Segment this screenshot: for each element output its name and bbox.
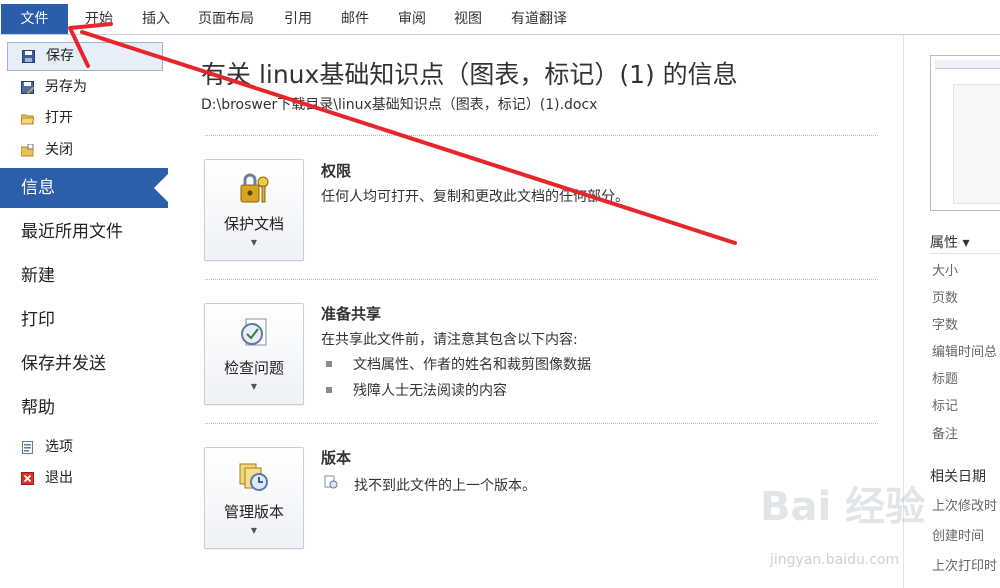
open-label: 打开 (45, 110, 73, 126)
options-command[interactable]: 选项 (7, 434, 161, 461)
baidu-watermark-url: jingyan.baidu.com (770, 552, 900, 568)
tab-page-layout[interactable]: 页面布局 (198, 4, 254, 34)
nav-print-label: 打印 (21, 310, 55, 330)
nav-help-label: 帮助 (21, 398, 55, 418)
nav-save-send-label: 保存并发送 (21, 354, 106, 374)
prop-size: 大小 (932, 264, 959, 279)
versions-text: 找不到此文件的上一个版本。 (354, 478, 536, 494)
list-item: 残障人士无法阅读的内容 (326, 380, 507, 400)
nav-recent-files[interactable]: 最近所用文件 (0, 212, 168, 252)
tab-mailings[interactable]: 邮件 (341, 4, 369, 34)
close-folder-icon (21, 144, 34, 157)
versions-heading: 版本 (321, 449, 352, 467)
save-label: 保存 (46, 48, 74, 64)
tab-references[interactable]: 引用 (284, 4, 312, 34)
inspect-document-icon (241, 318, 267, 346)
baidu-watermark-logo: Bai 经验 (760, 484, 926, 530)
bullet-doc-properties: 文档属性、作者的姓名和裁剪图像数据 (353, 357, 591, 373)
options-icon (22, 441, 33, 454)
nav-new-label: 新建 (21, 266, 55, 286)
tab-insert[interactable]: 插入 (142, 4, 170, 34)
manage-versions-label: 管理版本 (223, 503, 284, 521)
chevron-down-icon: ▼ (250, 526, 258, 535)
open-folder-icon (21, 114, 34, 125)
prop-comments: 备注 (932, 427, 959, 442)
nav-info[interactable]: 信息 (0, 168, 168, 208)
divider (930, 253, 1000, 254)
tab-youdao-translate[interactable]: 有道翻译 (511, 4, 567, 34)
file-path: D:\broswer下载目录\linux基础知识点（图表，标记）(1).docx (201, 97, 598, 113)
exit-label: 退出 (45, 470, 73, 486)
backstage-nav: 保存 另存为 打开 关闭 信息 最近所用文件 新建 打印 保存并发送 帮助 选项… (0, 35, 169, 588)
date-last-modified: 上次修改时 (932, 499, 998, 514)
manage-versions-button[interactable]: 管理版本 ▼ (204, 447, 304, 549)
exit-command[interactable]: 退出 (7, 465, 161, 492)
nav-new[interactable]: 新建 (0, 256, 168, 296)
check-for-issues-label: 检查问题 (223, 359, 284, 377)
chevron-down-icon: ▼ (250, 382, 258, 391)
check-for-issues-button[interactable]: 检查问题 ▼ (204, 303, 304, 405)
protect-document-button[interactable]: 保护文档 ▼ (204, 159, 304, 261)
tab-review[interactable]: 审阅 (398, 4, 426, 34)
tab-home[interactable]: 开始 (85, 4, 113, 34)
permissions-heading: 权限 (321, 162, 352, 180)
nav-help[interactable]: 帮助 (0, 388, 168, 428)
page-title: 有关 linux基础知识点（图表，标记）(1) 的信息 (201, 60, 738, 89)
save-as-label: 另存为 (45, 79, 87, 95)
save-as-icon (21, 81, 34, 94)
prop-edit-time: 编辑时间总 (932, 345, 998, 360)
document-version-icon (324, 475, 338, 489)
prepare-heading: 准备共享 (321, 305, 382, 323)
prop-tags: 标记 (932, 399, 959, 414)
save-as-command[interactable]: 另存为 (7, 74, 161, 101)
date-created: 创建时间 (932, 529, 985, 544)
date-last-printed: 上次打印时 (932, 559, 998, 574)
document-thumbnail[interactable] (930, 55, 1000, 211)
nav-info-label: 信息 (21, 178, 55, 198)
nav-recent-label: 最近所用文件 (21, 222, 123, 242)
nav-save-and-send[interactable]: 保存并发送 (0, 344, 168, 384)
close-label: 关闭 (45, 142, 73, 158)
divider (205, 279, 878, 280)
options-label: 选项 (45, 439, 73, 455)
protect-document-label: 保护文档 (223, 215, 284, 233)
close-command[interactable]: 关闭 (7, 137, 161, 164)
list-item: 文档属性、作者的姓名和裁剪图像数据 (326, 354, 591, 374)
permissions-text: 任何人均可打开、复制和更改此文档的任何部分。 (321, 189, 629, 205)
divider (205, 423, 878, 424)
related-dates-heading: 相关日期 (930, 469, 986, 485)
open-command[interactable]: 打开 (7, 105, 161, 132)
divider (205, 135, 878, 136)
save-command[interactable]: 保存 (7, 42, 163, 71)
versions-icon (239, 463, 268, 491)
nav-print[interactable]: 打印 (0, 300, 168, 340)
ribbon-tab-strip: 文件 开始 插入 页面布局 引用 邮件 审阅 视图 有道翻译 (0, 0, 1000, 35)
tab-view[interactable]: 视图 (454, 4, 482, 34)
lock-key-icon (240, 173, 269, 203)
properties-heading[interactable]: 属性 ▾ (930, 232, 969, 252)
prop-words: 字数 (932, 318, 959, 333)
prepare-text: 在共享此文件前，请注意其包含以下内容: (321, 332, 578, 348)
exit-icon (21, 472, 34, 485)
bullet-accessibility: 残障人士无法阅读的内容 (353, 383, 507, 399)
save-icon (22, 50, 35, 63)
prop-pages: 页数 (932, 291, 959, 306)
prop-title: 标题 (932, 372, 959, 387)
chevron-down-icon: ▼ (250, 238, 258, 247)
file-tab[interactable]: 文件 (1, 4, 68, 34)
